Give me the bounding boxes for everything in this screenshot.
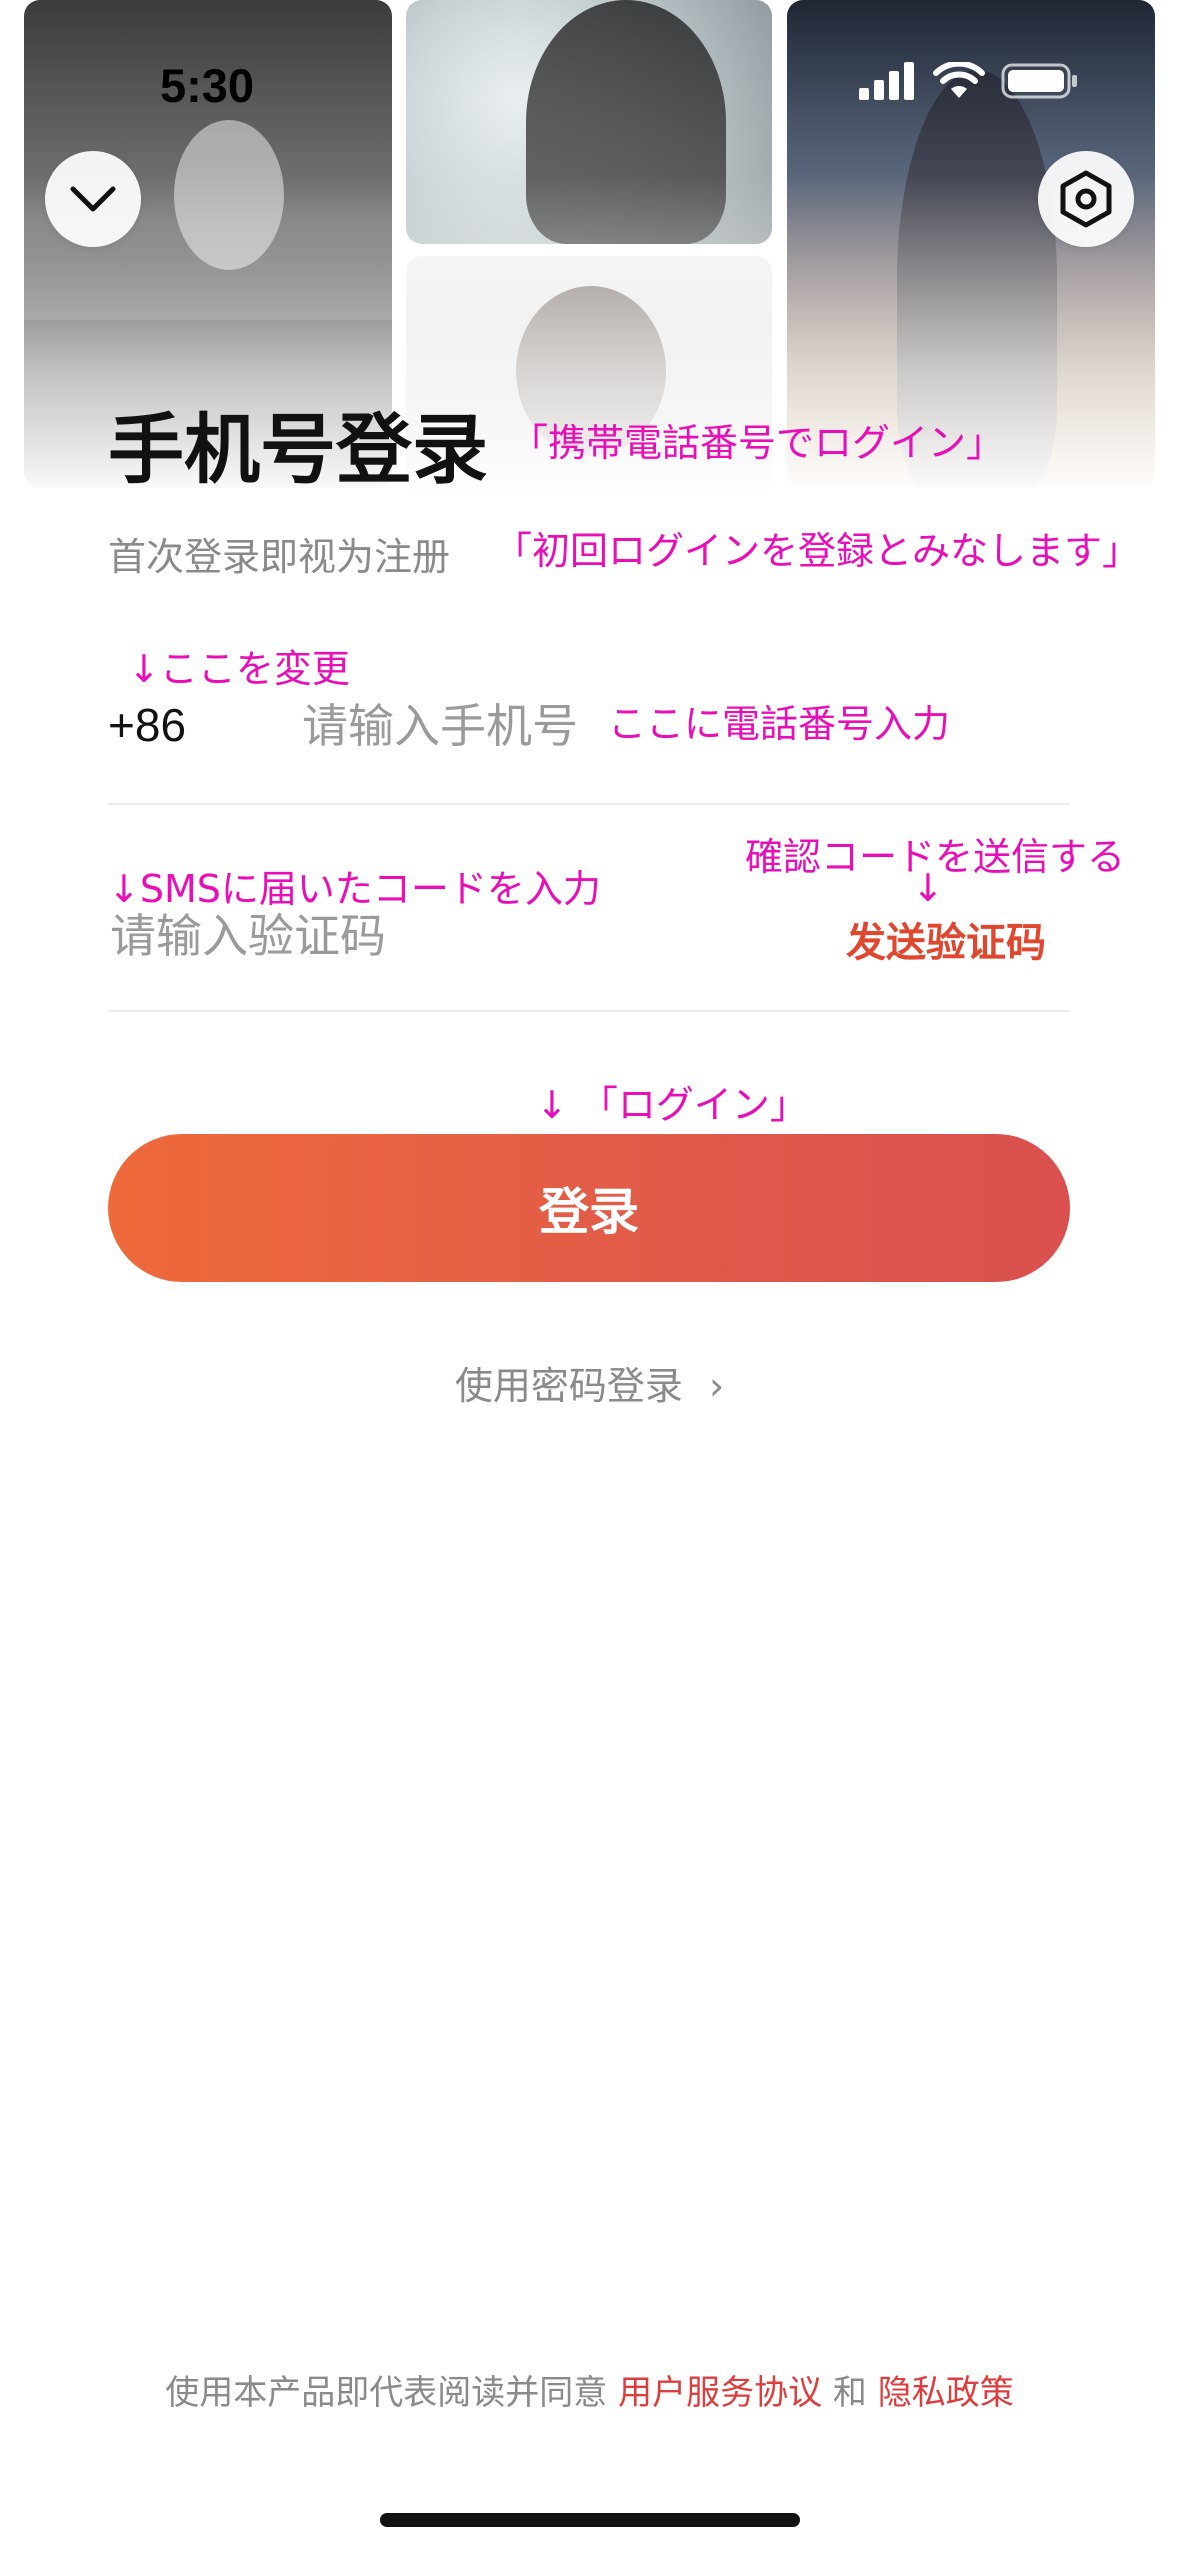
password-login-link[interactable]: 使用密码登录 › xyxy=(0,1355,1179,1410)
verification-code-input[interactable] xyxy=(108,900,712,972)
page-title: 手机号登录 xyxy=(108,405,488,494)
phone-divider xyxy=(108,803,1070,805)
agreement-connector: 和 xyxy=(832,2373,867,2413)
chevron-right-icon: › xyxy=(708,1364,725,1408)
phone-annotation: ここに電話番号入力 xyxy=(608,702,951,746)
agreement-text: 使用本产品即代表阅读并同意 用户服务协议 和 隐私政策 xyxy=(0,2365,1179,2414)
status-time: 5:30 xyxy=(160,59,255,112)
send-code-button[interactable]: 发送验证码 xyxy=(846,910,1046,968)
terms-link[interactable]: 用户服务协议 xyxy=(618,2373,822,2413)
privacy-link[interactable]: 隐私政策 xyxy=(878,2373,1014,2413)
title-annotation: 「携帯電話番号でログイン」 xyxy=(510,421,1005,465)
home-indicator xyxy=(380,2513,800,2527)
country-code-selector[interactable]: +86 xyxy=(108,698,186,752)
wifi-icon xyxy=(933,62,985,98)
send-code-arrow: ↓ xyxy=(912,866,944,910)
settings-button[interactable] xyxy=(1038,151,1134,247)
collapse-button[interactable] xyxy=(45,151,141,247)
signal-icon xyxy=(859,62,914,100)
agreement-prefix: 使用本产品即代表阅读并同意 xyxy=(165,2373,608,2413)
login-annotation: ↓ 「ログイン」 xyxy=(536,1083,808,1127)
change-annotation: ↓ここを変更 xyxy=(128,647,350,691)
password-login-label: 使用密码登录 xyxy=(454,1364,683,1408)
login-button-label: 登录 xyxy=(539,1183,639,1241)
code-divider xyxy=(108,1010,1070,1012)
status-icons xyxy=(859,62,1079,100)
battery-icon xyxy=(1001,63,1077,99)
chevron-down-icon xyxy=(70,186,116,212)
page-subtitle: 首次登录即视为注册 xyxy=(108,535,451,579)
subtitle-annotation: 「初回ログインを登録とみなします」 xyxy=(494,529,1141,573)
login-button[interactable]: 登录 xyxy=(108,1134,1070,1282)
hexagon-settings-icon xyxy=(1060,170,1112,228)
